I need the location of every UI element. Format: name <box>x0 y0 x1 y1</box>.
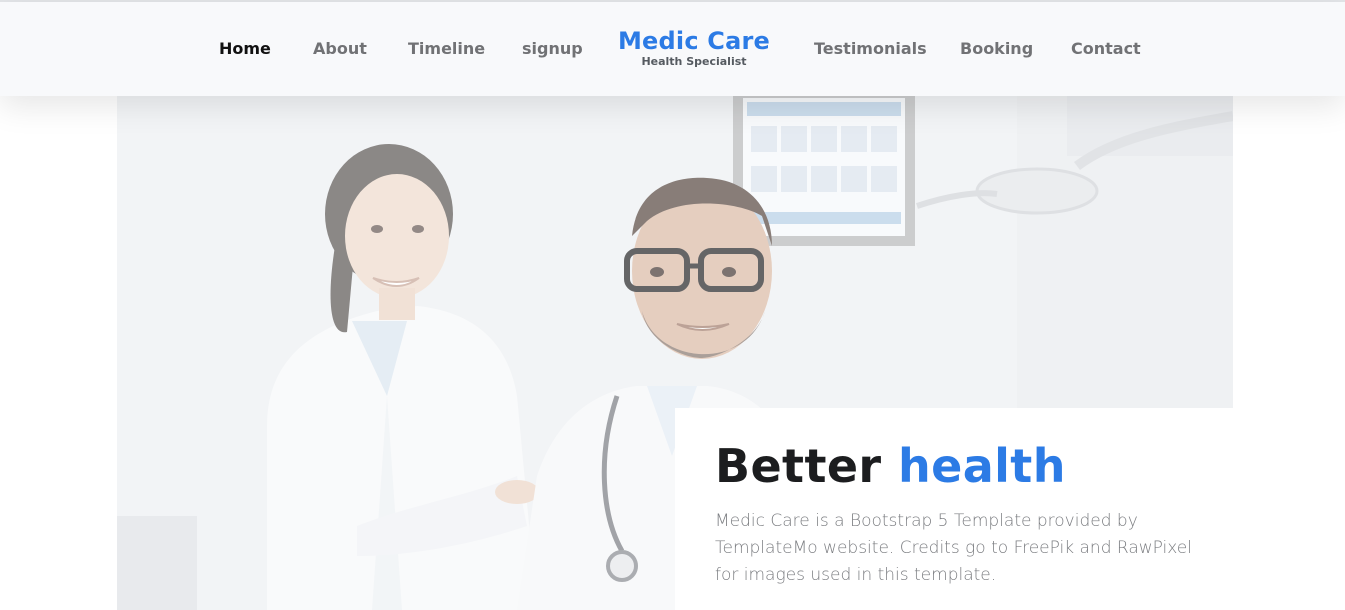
nav-contact-link[interactable]: Contact <box>1071 39 1141 59</box>
hero-heading: Better health <box>715 438 1195 494</box>
top-navbar: Home About Timeline signup Medic Care He… <box>0 2 1345 96</box>
hero-heading-accent: health <box>897 439 1066 493</box>
brand-logo-link[interactable]: Medic Care Health Specialist <box>594 27 794 68</box>
hero-heading-part1: Better <box>715 439 882 493</box>
hero-description-line: TemplateMo website. Credits go to FreePi… <box>715 538 1192 558</box>
nav-signup-link[interactable]: signup <box>522 39 583 59</box>
hero-description: Medic Care is a Bootstrap 5 Template pro… <box>715 508 1205 589</box>
nav-home-link[interactable]: Home <box>219 39 271 59</box>
hero-description-line: Medic Care is a Bootstrap 5 Template pro… <box>715 511 1138 531</box>
nav-timeline-link[interactable]: Timeline <box>408 39 485 59</box>
hero-intro-card: Better health Medic Care is a Bootstrap … <box>675 408 1233 610</box>
hero-description-line: for images used in this template. <box>715 565 997 585</box>
nav-booking-link[interactable]: Booking <box>960 39 1033 59</box>
nav-testimonials-link[interactable]: Testimonials <box>814 39 927 59</box>
brand-title: Medic Care <box>617 27 771 55</box>
nav-about-link[interactable]: About <box>313 39 367 59</box>
brand-subtitle: Health Specialist <box>641 55 747 68</box>
